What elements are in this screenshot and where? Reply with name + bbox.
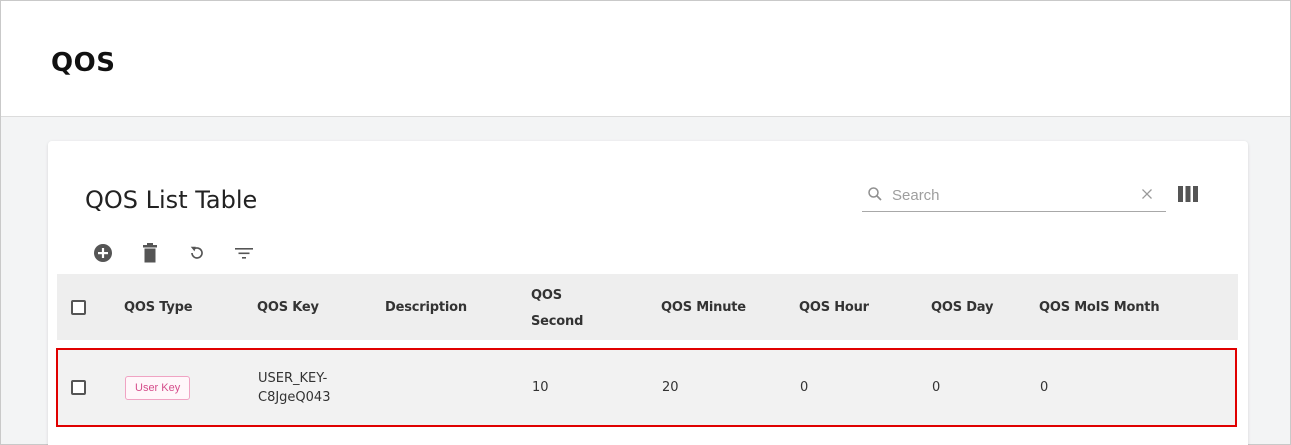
filter-icon — [235, 248, 253, 259]
column-header-qos-second-line2[interactable]: Second — [531, 314, 583, 329]
column-header-qos-type[interactable]: QOS Type — [124, 300, 193, 315]
add-icon — [94, 244, 112, 262]
column-header-description[interactable]: Description — [385, 300, 467, 315]
row-checkbox[interactable] — [71, 380, 86, 395]
add-button[interactable] — [90, 240, 116, 266]
search-icon — [868, 187, 882, 201]
filter-button[interactable] — [231, 240, 257, 266]
qos-key-line1: USER_KEY- — [258, 371, 328, 386]
qos-month-cell: 0 — [1040, 380, 1049, 395]
qos-key-line2: C8JgeQ043 — [258, 390, 331, 405]
page: QOS QOS List Table Search QOS Type QOS K… — [0, 0, 1291, 445]
qos-list-card: QOS List Table Search QOS Type QOS Key D… — [48, 141, 1248, 445]
refresh-button[interactable] — [184, 240, 210, 266]
qos-day-cell: 0 — [932, 380, 941, 395]
column-header-qos-hour[interactable]: QOS Hour — [799, 300, 869, 315]
search-field — [862, 178, 1166, 212]
column-header-qos-minute[interactable]: QOS Minute — [661, 300, 746, 315]
page-header: QOS — [1, 1, 1290, 117]
delete-icon — [143, 243, 157, 263]
qos-second-cell: 10 — [532, 380, 549, 395]
column-header-qos-key[interactable]: QOS Key — [257, 300, 319, 315]
table-row[interactable]: User Key USER_KEY- C8JgeQ043 10 20 0 0 0 — [56, 348, 1237, 427]
qos-minute-cell: 20 — [662, 380, 679, 395]
column-header-qos-second-line1[interactable]: QOS — [531, 288, 562, 303]
table-toolbar — [90, 240, 278, 266]
qos-hour-cell: 0 — [800, 380, 809, 395]
select-all-checkbox[interactable] — [71, 300, 86, 315]
qos-type-badge: User Key — [125, 376, 191, 400]
column-header-qos-day[interactable]: QOS Day — [931, 300, 993, 315]
clear-search-icon[interactable] — [1138, 185, 1156, 203]
page-title: QOS — [51, 48, 116, 78]
refresh-icon — [190, 246, 203, 259]
delete-button[interactable] — [137, 240, 163, 266]
search-input[interactable] — [892, 182, 1122, 208]
table-header-row: QOS Type QOS Key Description QOS Second … — [57, 274, 1238, 340]
view-columns-icon[interactable] — [1178, 186, 1198, 202]
column-header-qos-month[interactable]: QOS MoIS Month — [1039, 300, 1160, 315]
qos-key-cell: USER_KEY- C8JgeQ043 — [258, 369, 330, 407]
table-title: QOS List Table — [85, 186, 258, 214]
